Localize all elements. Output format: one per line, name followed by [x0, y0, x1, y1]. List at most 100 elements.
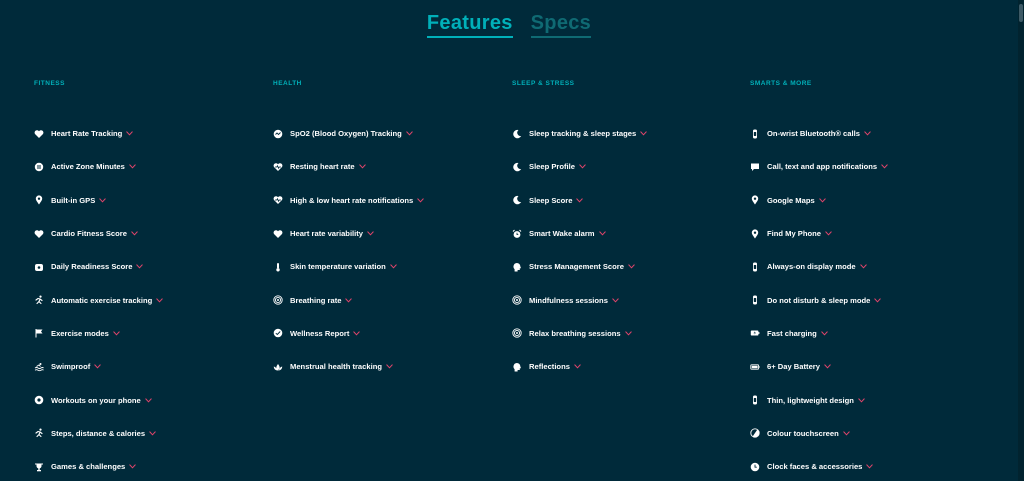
chevron-down-icon[interactable] [129, 164, 136, 169]
chevron-down-icon[interactable] [390, 264, 397, 269]
clock-face-icon [750, 462, 760, 472]
chevron-down-icon[interactable] [145, 397, 152, 403]
feature-item[interactable]: High & low heart rate notifications [273, 184, 424, 217]
feature-list: Sleep tracking & sleep stages Sleep Profi… [512, 117, 647, 383]
chevron-down-icon[interactable] [640, 131, 647, 136]
feature-label: Heart Rate Tracking [51, 129, 123, 139]
chevron-down-icon[interactable] [367, 231, 374, 236]
feature-item[interactable]: Sleep Profile [512, 150, 647, 183]
feature-item[interactable]: Mindfulness sessions [512, 283, 647, 316]
feature-item[interactable]: Always-on display mode [750, 250, 888, 283]
column-smarts-more: SMARTS & MORE On-wrist Bluetooth® calls C… [750, 79, 980, 471]
feature-item[interactable]: Smart Wake alarm [512, 217, 647, 250]
feature-item[interactable]: Active Zone Minutes [34, 150, 163, 183]
feature-label: Swimproof [51, 362, 91, 372]
feature-item[interactable]: Daily Readiness Score [34, 250, 163, 283]
feature-item[interactable]: Colour touchscreen [750, 417, 888, 450]
chevron-down-icon[interactable] [824, 364, 831, 369]
feature-label: Relax breathing sessions [529, 328, 621, 338]
feature-item[interactable]: Fast charging [750, 317, 888, 350]
chevron-down-icon[interactable] [353, 331, 361, 336]
chevron-down-icon[interactable] [406, 131, 413, 136]
feature-item[interactable]: Reflections [512, 350, 647, 383]
feature-item[interactable]: Games & challenges [34, 450, 163, 481]
chevron-down-icon[interactable] [358, 164, 366, 169]
chevron-down-icon[interactable] [576, 198, 584, 203]
chevron-down-icon[interactable] [866, 464, 874, 469]
feature-item[interactable]: Heart rate variability [273, 217, 424, 250]
chevron-down-icon[interactable] [131, 231, 138, 236]
chevron-down-icon[interactable] [126, 131, 134, 136]
feature-item[interactable]: Clock faces & accessories [750, 450, 888, 481]
chevron-down-icon[interactable] [417, 198, 424, 203]
chevron-down-icon[interactable] [99, 198, 106, 203]
chevron-down-icon[interactable] [874, 298, 882, 303]
chevron-down-icon[interactable] [129, 464, 136, 469]
tab-features[interactable]: Features [426, 12, 513, 38]
chevron-down-icon[interactable] [858, 397, 865, 403]
feature-item[interactable]: Resting heart rate [273, 150, 424, 183]
feature-item[interactable]: On-wrist Bluetooth® calls [750, 117, 888, 150]
chevron-down-icon[interactable] [579, 164, 586, 169]
chevron-down-icon[interactable] [598, 231, 606, 236]
feature-item[interactable]: Find My Phone [750, 217, 888, 250]
feature-item[interactable]: Relax breathing sessions [512, 317, 647, 350]
tab-specs[interactable]: Specs [530, 12, 592, 38]
chevron-down-icon[interactable] [574, 364, 581, 369]
feature-item[interactable]: Exercise modes [34, 317, 163, 350]
chevron-down-icon[interactable] [156, 298, 163, 303]
phone-workout-icon [34, 395, 44, 405]
feature-label: Find My Phone [767, 229, 821, 239]
feature-item[interactable]: Cardio Fitness Score [34, 217, 163, 250]
chevron-down-icon[interactable] [818, 198, 826, 203]
watch-icon [750, 262, 760, 272]
feature-item[interactable]: Swimproof [34, 350, 163, 383]
feature-item[interactable]: Wellness Report [273, 317, 424, 350]
chevron-down-icon[interactable] [864, 131, 871, 136]
feature-item[interactable]: Thin, lightweight design [750, 383, 888, 416]
feature-item[interactable]: Stress Management Score [512, 250, 647, 283]
feature-label: Skin temperature variation [290, 262, 386, 272]
chevron-down-icon[interactable] [881, 164, 888, 169]
chevron-down-icon[interactable] [859, 264, 867, 269]
feature-label: Call, text and app notifications [767, 162, 878, 172]
chevron-down-icon[interactable] [624, 331, 632, 336]
feature-item[interactable]: Do not disturb & sleep mode [750, 283, 888, 316]
chevron-down-icon[interactable] [386, 364, 393, 369]
chevron-down-icon[interactable] [113, 331, 120, 336]
feature-label: Automatic exercise tracking [51, 295, 153, 305]
feature-item[interactable]: Call, text and app notifications [750, 150, 888, 183]
feature-item[interactable]: Sleep Score [512, 184, 647, 217]
feature-item[interactable]: Sleep tracking & sleep stages [512, 117, 647, 150]
feature-label: Workouts on your phone [51, 395, 141, 405]
chevron-down-icon[interactable] [94, 364, 101, 369]
chevron-down-icon[interactable] [345, 298, 353, 303]
feature-spec-tabs: Features Specs [0, 12, 1018, 38]
chevron-down-icon[interactable] [821, 331, 828, 336]
chevron-down-icon[interactable] [149, 431, 156, 436]
feature-item[interactable]: Breathing rate [273, 283, 424, 316]
feature-label: SpO2 (Blood Oxygen) Tracking [290, 129, 402, 139]
chevron-down-icon[interactable] [612, 298, 619, 303]
chevron-down-icon[interactable] [843, 431, 850, 436]
feature-label: On-wrist Bluetooth® calls [767, 129, 860, 139]
chevron-down-icon[interactable] [136, 264, 144, 269]
scrollbar-thumb[interactable] [1019, 4, 1023, 22]
feature-item[interactable]: Steps, distance & calories [34, 417, 163, 450]
feature-item[interactable]: Workouts on your phone [34, 383, 163, 416]
chevron-down-icon[interactable] [628, 264, 635, 269]
moon-icon [512, 195, 522, 205]
feature-item[interactable]: Automatic exercise tracking [34, 283, 163, 316]
scrollbar[interactable] [1018, 0, 1024, 481]
feature-item[interactable]: Menstrual health tracking [273, 350, 424, 383]
feature-label: Breathing rate [290, 295, 342, 305]
feature-label: Wellness Report [290, 328, 350, 338]
feature-item[interactable]: 6+ Day Battery [750, 350, 888, 383]
feature-item[interactable]: Google Maps [750, 184, 888, 217]
feature-item[interactable]: SpO2 (Blood Oxygen) Tracking [273, 117, 424, 150]
feature-item[interactable]: Skin temperature variation [273, 250, 424, 283]
feature-item[interactable]: Built-in GPS [34, 184, 163, 217]
location-pin-icon [750, 195, 760, 205]
feature-item[interactable]: Heart Rate Tracking [34, 117, 163, 150]
chevron-down-icon[interactable] [825, 231, 832, 236]
